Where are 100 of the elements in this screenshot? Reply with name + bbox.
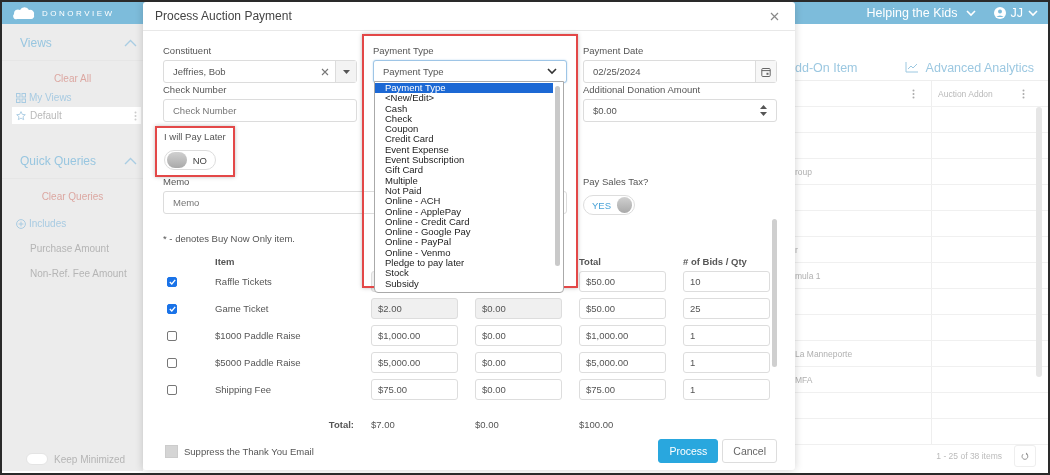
user-icon [993, 7, 1006, 19]
chart-icon [904, 62, 918, 73]
section-title: Quick Queries [20, 154, 97, 168]
amount-field[interactable]: $2.00 [371, 298, 458, 319]
more-icon[interactable] [134, 110, 137, 121]
calendar-icon[interactable] [761, 66, 771, 77]
quantity-field[interactable]: 1 [683, 379, 770, 400]
total-value: $0.00 [475, 418, 500, 430]
dropdown-option[interactable]: Event Expense [375, 144, 553, 156]
dropdown-option[interactable]: Cash [375, 103, 553, 114]
checkbox[interactable] [167, 276, 177, 287]
more-icon[interactable] [912, 88, 915, 99]
clear-icon[interactable] [321, 67, 329, 76]
dropdown-option[interactable]: Stock [375, 268, 553, 279]
date-field[interactable]: 02/25/2024 [583, 60, 777, 83]
dropdown-option[interactable]: Online - Google Pay [375, 227, 553, 238]
quantity-field[interactable]: 1 [683, 352, 770, 373]
dropdown-option[interactable]: Online - Credit Card [375, 216, 553, 228]
amount-field[interactable]: $1,000.00 [579, 325, 666, 346]
amount-field[interactable]: $75.00 [579, 379, 666, 400]
column-header: # of Bids / Qty [683, 255, 748, 267]
refresh-icon [1021, 450, 1029, 462]
amount-field[interactable]: $50.00 [579, 271, 666, 292]
checkbox-label: Suppress the Thank You Email [184, 445, 314, 457]
item-name: Raffle Tickets [215, 276, 273, 287]
column-header: Total [579, 255, 602, 267]
payment-type-select[interactable]: Payment Type [373, 60, 567, 83]
amount-field[interactable]: $5,000.00 [579, 352, 666, 373]
donation-amount-field[interactable]: $0.00 [583, 99, 777, 122]
checkbox[interactable] [167, 357, 177, 368]
field-label: Constituent [163, 45, 212, 57]
dialog-title: Process Auction Payment [155, 9, 292, 23]
logo-text: DONORVIEW [42, 8, 115, 18]
field-label: Payment Type [373, 45, 434, 57]
cancel-button[interactable]: Cancel [722, 439, 777, 463]
scrollbar[interactable] [555, 86, 560, 266]
refresh-button[interactable] [1014, 445, 1036, 467]
column-header: Item [215, 255, 236, 267]
more-icon[interactable] [1022, 88, 1025, 99]
dropdown-option[interactable]: Pledge to pay later [375, 258, 553, 269]
spinner-icon[interactable] [760, 104, 767, 117]
field-label: Pay Sales Tax? [583, 176, 649, 188]
amount-field[interactable]: $50.00 [579, 298, 666, 319]
chevron-down-icon [965, 9, 976, 17]
dropdown-option[interactable]: Online - Venmo [375, 247, 553, 259]
checkbox[interactable] [167, 303, 177, 314]
quantity-field[interactable]: 10 [683, 271, 770, 292]
checkbox[interactable] [167, 330, 177, 341]
close-icon[interactable] [770, 11, 779, 21]
total-value: $7.00 [371, 418, 396, 430]
amount-field[interactable]: $0.00 [475, 379, 562, 400]
amount-field[interactable]: $0.00 [475, 325, 562, 346]
dropdown-option[interactable]: Multiple [375, 175, 553, 186]
chevron-down-icon [1028, 9, 1038, 17]
dropdown-option[interactable]: Online - ApplePay [375, 206, 553, 217]
constituent-field[interactable]: Jeffries, Bob [163, 60, 357, 83]
chevron-down-icon [547, 68, 557, 75]
total-value: $100.00 [579, 418, 615, 430]
dropdown-option[interactable]: Credit Card [375, 134, 553, 145]
amount-field[interactable]: $1,000.00 [371, 325, 458, 346]
dropdown-option[interactable]: Online - PayPal [375, 237, 553, 248]
item-name: Shipping Fee [215, 384, 272, 395]
amount-field[interactable]: $0.00 [475, 352, 562, 373]
table-cell: MFA [795, 374, 813, 385]
item-name: $1000 Paddle Raise [215, 330, 302, 341]
dropdown-option[interactable]: Subsidy [375, 278, 553, 289]
chevron-up-icon[interactable] [124, 39, 137, 47]
field-label: Payment Date [583, 45, 644, 57]
dropdown-option[interactable]: Check [375, 113, 553, 125]
amount-field[interactable]: $5,000.00 [371, 352, 458, 373]
note-text: * - denotes Buy Now Only item. [163, 233, 295, 244]
quantity-field[interactable]: 25 [683, 298, 770, 319]
item-name: Game Ticket [215, 303, 270, 314]
check-number-field[interactable]: Check Number [163, 99, 357, 122]
field-label: Additional Donation Amount [583, 84, 701, 96]
checkbox[interactable] [167, 384, 177, 395]
amount-field[interactable]: $75.00 [371, 379, 458, 400]
keep-minimized-toggle[interactable] [26, 453, 48, 465]
dropdown-option[interactable]: <New/Edit> [375, 93, 553, 104]
star-icon [16, 110, 26, 121]
caret-icon[interactable] [342, 69, 350, 74]
toggle-switch[interactable]: NO [164, 150, 216, 170]
chevron-up-icon[interactable] [124, 157, 137, 165]
grid-icon [16, 92, 26, 103]
table-cell: mula 1 [795, 270, 821, 281]
amount-field[interactable]: $0.00 [475, 298, 562, 319]
field-label: Memo [163, 176, 190, 188]
dropdown-option[interactable]: Coupon [375, 124, 553, 135]
item-name: $5000 Paddle Raise [215, 357, 302, 368]
dropdown-option[interactable]: Event Subscription [375, 155, 553, 166]
scrollbar[interactable] [772, 219, 777, 367]
quantity-field[interactable]: 1 [683, 325, 770, 346]
pager-text: 1 - 25 of 38 items [936, 451, 1002, 461]
dropdown-option[interactable]: Gift Card [375, 165, 553, 176]
plus-circle-icon[interactable] [16, 218, 26, 229]
scrollbar[interactable] [1036, 107, 1042, 377]
section-title: Views [20, 36, 52, 50]
dropdown-option[interactable]: Payment Type [375, 83, 553, 94]
checkbox[interactable] [165, 444, 178, 458]
dropdown-option[interactable]: Online - ACH [375, 196, 553, 207]
